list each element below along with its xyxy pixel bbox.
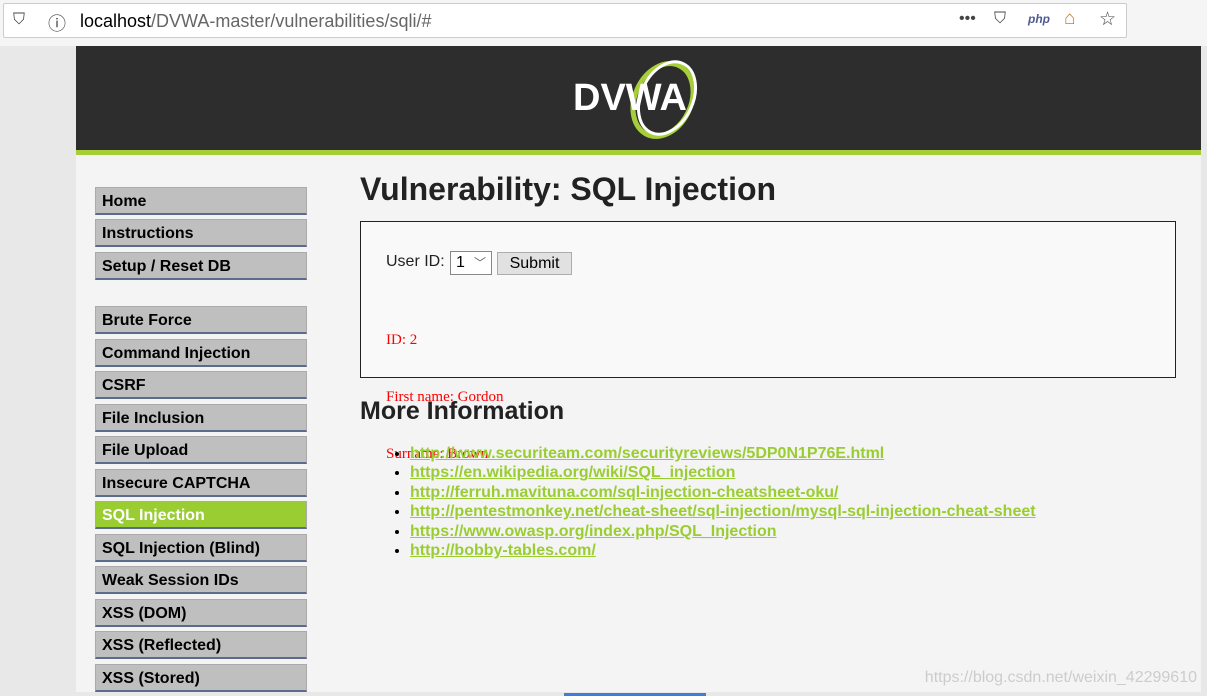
sidebar-item-file-upload[interactable]: File Upload [95, 436, 307, 464]
info-link[interactable]: http://ferruh.mavituna.com/sql-injection… [410, 484, 839, 501]
link-item: http://www.securiteam.com/securityreview… [410, 444, 1036, 463]
sidebar-item-xss-dom-[interactable]: XSS (DOM) [95, 598, 307, 627]
link-item: https://www.owasp.org/index.php/SQL_Inje… [410, 522, 1036, 541]
user-id-label: User ID: [386, 253, 445, 270]
dvwa-logo: DVWA [573, 60, 698, 139]
info-link[interactable]: http://www.securiteam.com/securityreview… [410, 445, 884, 462]
sidebar-item-file-inclusion[interactable]: File Inclusion [95, 403, 307, 432]
sidebar-item-weak-session-ids[interactable]: Weak Session IDs [95, 566, 307, 594]
header: DVWA [76, 46, 1201, 155]
info-link[interactable]: https://en.wikipedia.org/wiki/SQL_inject… [410, 464, 735, 481]
info-links: http://www.securiteam.com/securityreview… [410, 444, 1036, 560]
shield-icon[interactable]: ⛉ [13, 11, 25, 29]
sidebar-item-sql-injection-blind-[interactable]: SQL Injection (Blind) [95, 533, 307, 562]
info-link[interactable]: http://bobby-tables.com/ [410, 542, 596, 559]
sidebar-item-brute-force[interactable]: Brute Force [95, 306, 307, 334]
user-id-select[interactable]: 1 ﹀ [450, 251, 492, 275]
submit-button[interactable]: Submit [497, 252, 572, 275]
pocket-icon[interactable]: ⛉ [994, 10, 1006, 28]
sidebar-item-xss-stored-[interactable]: XSS (Stored) [95, 663, 307, 692]
star-icon[interactable]: ☆ [1099, 8, 1116, 31]
sidebar-item-setup-reset-db[interactable]: Setup / Reset DB [95, 252, 307, 280]
url-path: /DVWA-master/vulnerabilities/sqli/# [151, 11, 432, 31]
info-link[interactable]: http://pentestmonkey.net/cheat-sheet/sql… [410, 503, 1036, 520]
chevron-down-icon: ﹀ [473, 256, 486, 270]
sqli-form-box: User ID: 1 ﹀ Submit ID: 2 First name: Gor… [360, 221, 1176, 462]
user-id-value: 1 [456, 254, 465, 271]
svg-text:DVWA: DVWA [573, 77, 687, 119]
sidebar-item-xss-reflected-[interactable]: XSS (Reflected) [95, 631, 307, 659]
watermark: https://blog.csdn.net/weixin_42299610 [924, 669, 1197, 686]
more-icon[interactable]: ••• [959, 10, 976, 28]
link-item: http://ferruh.mavituna.com/sql-injection… [410, 483, 1036, 502]
page-title: Vulnerability: SQL Injection [360, 171, 777, 207]
link-item: https://en.wikipedia.org/wiki/SQL_inject… [410, 463, 1036, 482]
sidebar-item-command-injection[interactable]: Command Injection [95, 338, 307, 367]
sidebar-item-instructions[interactable]: Instructions [95, 219, 307, 247]
sidebar-item-home[interactable]: Home [95, 187, 307, 215]
link-item: http://pentestmonkey.net/cheat-sheet/sql… [410, 502, 1036, 521]
browser-toolbar: ⛉ ⓘ localhost/DVWA-master/vulnerabilitie… [0, 0, 1207, 46]
sidebar-item-csrf[interactable]: CSRF [95, 371, 307, 399]
sidebar-item-sql-injection[interactable]: SQL Injection [95, 501, 307, 529]
link-item: http://bobby-tables.com/ [410, 541, 1036, 560]
page: DVWA Home Instructions Setup / Reset DB Bru… [76, 46, 1201, 692]
php-icon[interactable]: php [1028, 12, 1050, 26]
result-id: ID: 2 [386, 332, 418, 348]
info-icon[interactable]: ⓘ [48, 10, 66, 36]
info-link[interactable]: https://www.owasp.org/index.php/SQL_Inje… [410, 523, 777, 540]
url-host: localhost [80, 11, 152, 31]
more-information-heading: More Information [360, 397, 565, 425]
home-icon[interactable]: ⌂ [1064, 8, 1075, 30]
sidebar-item-insecure-captcha[interactable]: Insecure CAPTCHA [95, 468, 307, 497]
address-bar[interactable]: ⛉ ⓘ localhost/DVWA-master/vulnerabilitie… [3, 3, 1127, 38]
